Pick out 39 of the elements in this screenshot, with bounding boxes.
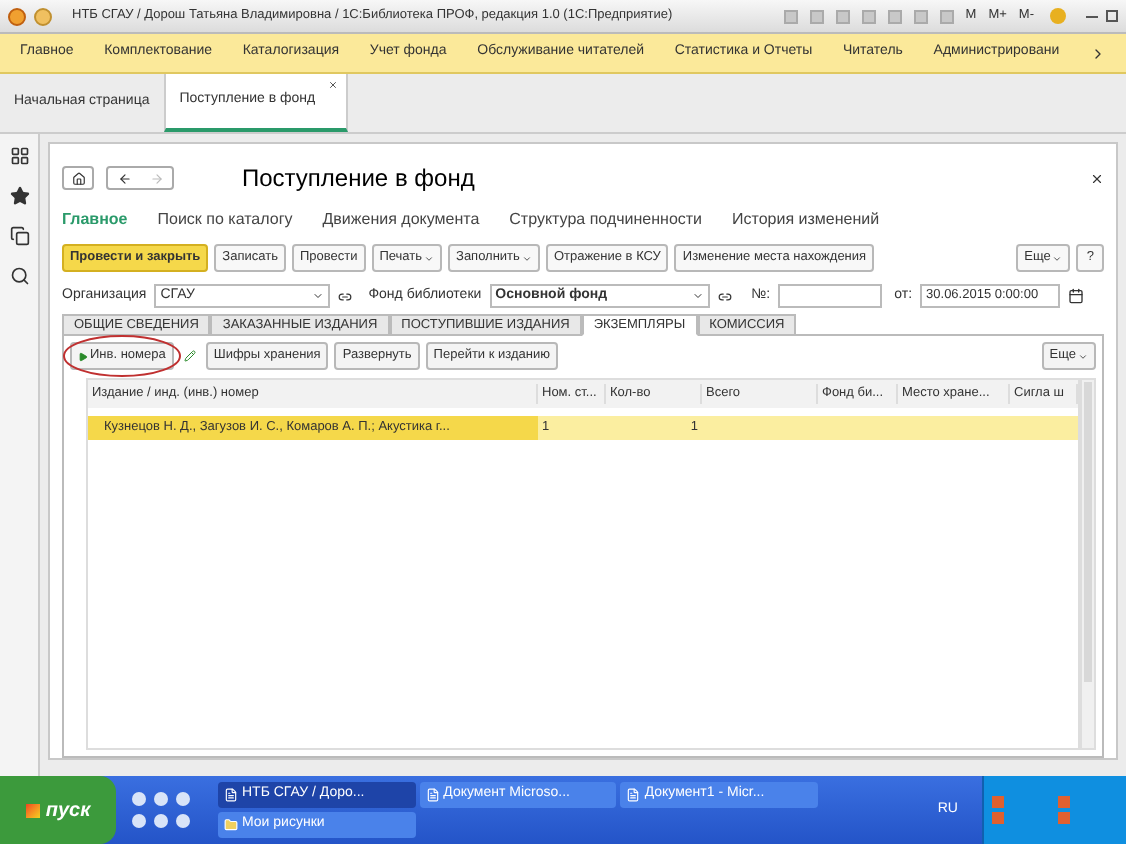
link-icon[interactable] [717, 289, 732, 303]
nav-link[interactable]: Движения документа [322, 208, 480, 232]
highlight-ellipse [62, 334, 182, 378]
search-icon[interactable] [9, 266, 29, 286]
caret-icon [1052, 253, 1063, 263]
caret-icon [521, 253, 532, 263]
folder-icon [224, 818, 238, 832]
calendar-icon[interactable] [1068, 288, 1085, 304]
nav-link[interactable]: История изменений [732, 208, 880, 232]
nav-link[interactable]: Структура подчиненности [509, 208, 703, 232]
document-icon [626, 788, 641, 802]
copy-icon[interactable] [9, 226, 29, 246]
scrollbar[interactable] [1080, 378, 1096, 750]
play-icon [78, 351, 88, 361]
link-icon[interactable] [338, 289, 353, 303]
caret-icon [691, 290, 704, 302]
caret-icon [424, 253, 435, 263]
nav-link[interactable]: Главное [62, 208, 128, 232]
number-field[interactable] [778, 284, 883, 308]
home-button[interactable] [62, 166, 94, 190]
form-title: Поступление в фонд [242, 162, 475, 196]
back-icon [117, 171, 131, 185]
document-icon [224, 788, 238, 802]
windows-logo-icon [25, 803, 40, 817]
minimize-icon[interactable] [1086, 15, 1098, 17]
close-icon[interactable] [1090, 171, 1104, 185]
start-button[interactable]: пуск [0, 776, 116, 844]
pencil-icon [183, 350, 196, 362]
grid-icon[interactable] [9, 146, 29, 166]
caret-icon [1078, 351, 1088, 361]
edit-button[interactable] [179, 344, 200, 368]
nav-link[interactable]: Поиск по каталогу [157, 208, 293, 232]
document-icon [425, 788, 440, 802]
star-icon[interactable] [9, 186, 29, 206]
restore-icon[interactable] [1106, 10, 1118, 22]
forward-icon [149, 171, 163, 185]
caret-icon [312, 290, 325, 302]
app-logo-icon [8, 7, 26, 25]
home-icon [71, 171, 85, 185]
